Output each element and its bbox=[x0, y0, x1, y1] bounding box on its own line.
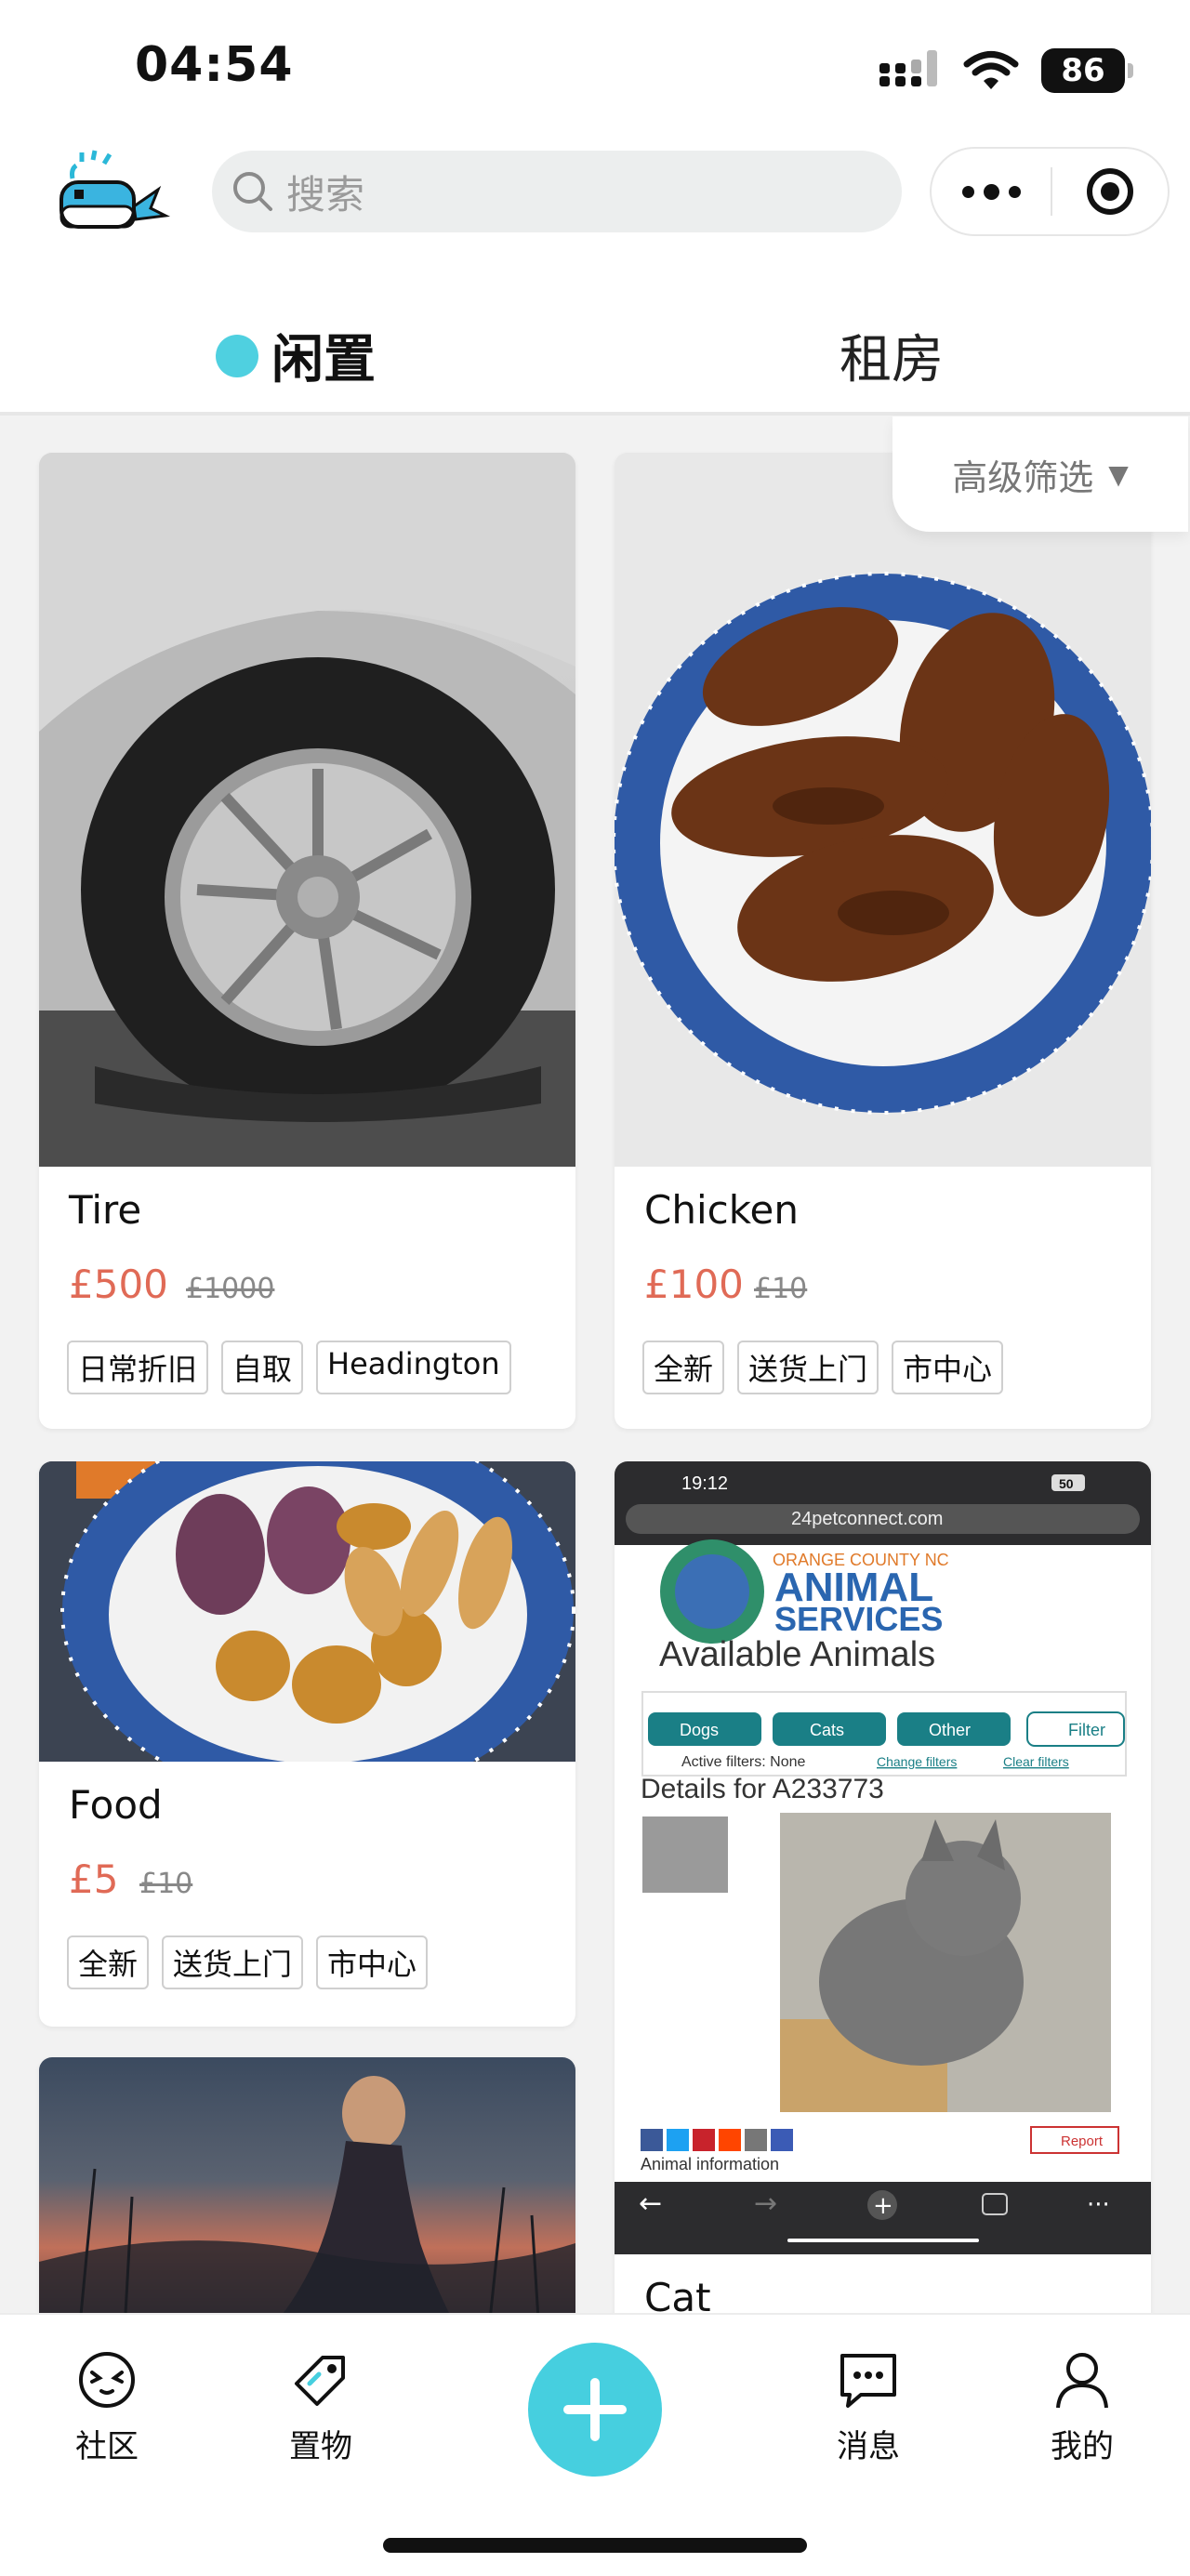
search-bar[interactable]: 搜索 bbox=[212, 151, 902, 232]
search-icon bbox=[225, 164, 281, 219]
cat-clear-filters: Clear filters bbox=[1003, 1754, 1069, 1769]
miniapp-capsule bbox=[930, 147, 1170, 236]
listing-title: Tire bbox=[69, 1187, 142, 1233]
wifi-icon bbox=[963, 51, 1019, 89]
nav-items-label: 置物 bbox=[289, 2428, 352, 2465]
bottom-nav: 社区 置物 消息 我的 bbox=[0, 2313, 1190, 2576]
listing-original-price: £10 bbox=[754, 1273, 808, 1305]
active-tab-dot bbox=[216, 334, 258, 377]
tab-rental[interactable]: 租房 bbox=[840, 318, 944, 393]
cat-details-heading: Details for A233773 bbox=[641, 1774, 884, 1804]
listing-tag: 自取 bbox=[221, 1341, 304, 1394]
cat-filter-dogs: Dogs bbox=[680, 1721, 719, 1739]
more-options-button[interactable] bbox=[932, 149, 1051, 234]
listing-tag: 日常折旧 bbox=[67, 1341, 209, 1394]
listing-tag: 送货上门 bbox=[737, 1341, 879, 1394]
cat-filter-cats: Cats bbox=[810, 1721, 844, 1739]
tab-idle[interactable]: 闲置 bbox=[216, 318, 376, 393]
dropdown-arrow-icon: ▼ bbox=[1108, 458, 1129, 490]
cellular-signal-icon bbox=[879, 50, 937, 86]
plus-icon bbox=[563, 2378, 627, 2441]
listing-tag: 市中心 bbox=[316, 1935, 429, 1989]
nav-messages-label: 消息 bbox=[837, 2428, 900, 2465]
cat-screenshot-time: 19:12 bbox=[681, 1473, 728, 1494]
listing-tags: 全新 送货上门 市中心 bbox=[642, 1341, 1004, 1394]
listing-image-chicken bbox=[615, 453, 1151, 1167]
listing-original-price: £10 bbox=[139, 1868, 193, 1900]
listing-tags: 全新 送货上门 市中心 bbox=[67, 1935, 429, 1989]
listing-tag: 全新 bbox=[642, 1341, 725, 1394]
status-time: 04:54 bbox=[135, 37, 294, 93]
cat-animal-information: Animal information bbox=[641, 2155, 779, 2173]
listing-card-tire[interactable]: Tire £500 £1000 日常折旧 自取 Headington bbox=[39, 453, 575, 1429]
listing-price: £5 bbox=[69, 1856, 119, 1902]
user-icon bbox=[1056, 2353, 1108, 2409]
listing-title: Food bbox=[69, 1782, 163, 1828]
top-area: 04:54 86 搜索 闲置 租房 bbox=[0, 0, 1190, 416]
whale-logo-icon bbox=[60, 150, 170, 229]
listing-title: Chicken bbox=[644, 1187, 799, 1233]
listing-card-food[interactable]: Food £5 £10 全新 送货上门 市中心 bbox=[39, 1461, 575, 2027]
cat-active-filters: Active filters: None bbox=[681, 1754, 805, 1770]
nav-messages[interactable]: 消息 bbox=[803, 2348, 933, 2466]
listing-card-chicken[interactable]: Chicken £100 £10 全新 送货上门 市中心 bbox=[615, 453, 1151, 1429]
cat-filter-button: Filter bbox=[1068, 1721, 1105, 1739]
cat-screenshot-org-name-2: SERVICES bbox=[774, 1600, 943, 1638]
nav-profile[interactable]: 我的 bbox=[1017, 2348, 1147, 2466]
listing-tag: 市中心 bbox=[892, 1341, 1004, 1394]
category-tabs: 闲置 租房 bbox=[0, 279, 1190, 418]
listing-image-tire bbox=[39, 453, 575, 1167]
listing-tag: 全新 bbox=[67, 1935, 150, 1989]
cat-screenshot-heading: Available Animals bbox=[659, 1635, 935, 1674]
price-tag-icon bbox=[295, 2356, 345, 2406]
nav-profile-label: 我的 bbox=[1051, 2428, 1114, 2465]
svg-text:+: + bbox=[873, 2192, 893, 2220]
cat-report-button: Report bbox=[1061, 2133, 1104, 2149]
cat-change-filters: Change filters bbox=[877, 1754, 957, 1769]
listing-price: £500 bbox=[69, 1262, 168, 1307]
close-miniapp-button[interactable] bbox=[1052, 166, 1168, 217]
svg-text:→: → bbox=[754, 2187, 777, 2220]
listing-price: £100 bbox=[644, 1262, 744, 1307]
listing-original-price: £1000 bbox=[186, 1273, 275, 1305]
nav-items[interactable]: 置物 bbox=[256, 2348, 386, 2466]
nav-community[interactable]: 社区 bbox=[42, 2348, 172, 2466]
message-bubble-icon bbox=[840, 2354, 896, 2408]
community-face-icon bbox=[79, 2352, 135, 2408]
search-placeholder: 搜索 bbox=[286, 171, 365, 218]
listing-tag: Headington bbox=[316, 1341, 511, 1394]
tab-idle-label: 闲置 bbox=[271, 330, 376, 390]
listing-image-food bbox=[39, 1461, 575, 1762]
listing-card-cat[interactable]: 19:12 50 24petconnect.com ORANGE COUNTY … bbox=[615, 1461, 1151, 2391]
target-icon bbox=[1087, 168, 1133, 215]
listing-tags: 日常折旧 自取 Headington bbox=[67, 1341, 511, 1394]
status-icons: 86 bbox=[879, 45, 1133, 97]
listing-tag: 送货上门 bbox=[162, 1935, 304, 1989]
battery-indicator: 86 bbox=[1041, 48, 1133, 93]
svg-text:···: ··· bbox=[1087, 2191, 1110, 2219]
svg-text:←: ← bbox=[639, 2187, 662, 2220]
cat-screenshot-url: 24petconnect.com bbox=[791, 1509, 943, 1529]
cat-screenshot-battery: 50 bbox=[1059, 1476, 1074, 1491]
advanced-filter-label: 高级筛选 bbox=[952, 456, 1094, 498]
cat-filter-other: Other bbox=[929, 1721, 971, 1739]
home-indicator bbox=[383, 2538, 807, 2553]
listing-image-cat: 19:12 50 24petconnect.com ORANGE COUNTY … bbox=[615, 1461, 1151, 2254]
header-divider bbox=[0, 412, 1190, 416]
add-listing-button[interactable] bbox=[528, 2343, 662, 2477]
nav-community-label: 社区 bbox=[75, 2428, 139, 2465]
advanced-filter-button[interactable]: 高级筛选 ▼ bbox=[892, 416, 1188, 532]
